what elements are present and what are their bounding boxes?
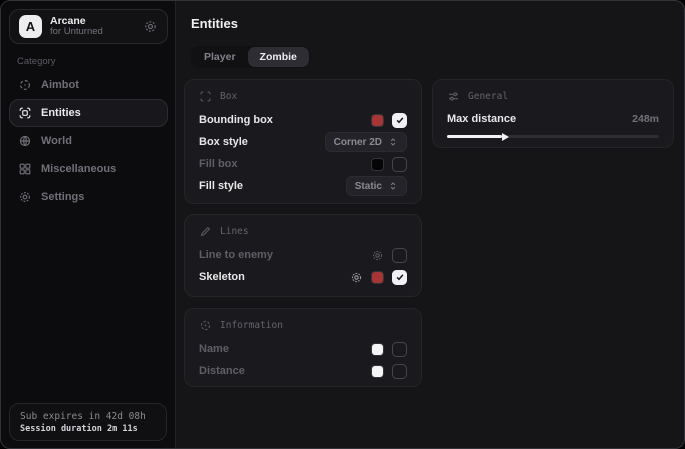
unfold-icon [388,181,398,191]
session-duration-text: Session duration 2m 11s [20,424,156,434]
sidebar-item-aimbot[interactable]: Aimbot [9,71,168,99]
slider-fill [447,135,502,138]
globe-icon [18,134,32,148]
sidebar-item-world[interactable]: World [9,127,168,155]
tab-zombie[interactable]: Zombie [248,47,309,67]
box-style-dropdown[interactable]: Corner 2D [325,132,407,152]
setting-row-name: Name [199,338,407,360]
unfold-icon [388,137,398,147]
lines-card: Lines Line to enemy Skeleton [184,214,422,297]
color-swatch[interactable] [371,114,384,127]
color-swatch[interactable] [371,365,384,378]
color-swatch[interactable] [371,158,384,171]
setting-label: Bounding box [199,114,273,126]
sidebar-item-label: World [41,135,72,147]
setting-label: Name [199,343,229,355]
checkbox[interactable] [392,342,407,357]
checkbox[interactable] [392,270,407,285]
dropdown-value: Static [355,181,382,192]
brand-text: Arcane for Unturned [50,15,103,38]
gear-icon[interactable] [371,249,384,262]
max-distance-slider[interactable] [447,135,659,138]
information-card-header: Information [199,318,407,332]
scan-box-icon [18,106,32,120]
setting-label: Max distance [447,113,516,125]
setting-row-box-style: Box style Corner 2D [199,131,407,153]
page-title: Entities [191,16,238,31]
brand-card: A Arcane for Unturned [9,9,168,44]
setting-row-fill-box: Fill box [199,153,407,175]
sidebar-item-entities[interactable]: Entities [9,99,168,127]
gear-icon [18,190,32,204]
arcane-window: A Arcane for Unturned Category Aimbot [0,0,685,449]
setting-row-skeleton: Skeleton [199,266,407,288]
checkbox[interactable] [392,157,407,172]
sidebar-item-label: Settings [41,191,84,203]
target-icon [199,319,212,332]
setting-row-max-distance: Max distance 248m [447,109,659,129]
setting-label: Fill style [199,180,243,192]
sidebar-nav: Aimbot Entities World [9,71,168,211]
sidebar-item-miscellaneous[interactable]: Miscellaneous [9,155,168,183]
setting-row-bounding-box: Bounding box [199,109,407,131]
main-panel: Entities Player Zombie Box Bounding box [176,1,684,448]
category-label: Category [17,56,56,67]
setting-row-line-to-enemy: Line to enemy [199,244,407,266]
sidebar-item-settings[interactable]: Settings [9,183,168,211]
box-card-header: Box [199,89,407,103]
setting-label: Skeleton [199,271,245,283]
sliders-icon [447,90,460,103]
scan-corners-icon [199,90,212,103]
setting-label: Distance [199,365,245,377]
dropdown-value: Corner 2D [334,137,382,148]
entity-tabs: Player Zombie [191,46,310,68]
information-card-title: Information [220,320,283,331]
box-card-title: Box [220,91,237,102]
general-card-header: General [447,89,659,103]
information-card: Information Name Distance [184,308,422,387]
crosshair-icon [18,78,32,92]
general-card-title: General [468,91,508,102]
color-swatch[interactable] [371,271,384,284]
sidebar-item-label: Miscellaneous [41,163,116,175]
fill-style-dropdown[interactable]: Static [346,176,407,196]
grid-icon [18,162,32,176]
max-distance-value: 248m [632,113,659,125]
checkbox[interactable] [392,364,407,379]
lines-card-header: Lines [199,224,407,238]
gear-icon[interactable] [143,19,158,34]
pencil-icon [199,225,212,238]
slider-thumb[interactable] [502,133,509,141]
check-icon [395,115,405,125]
sidebar: A Arcane for Unturned Category Aimbot [1,1,176,448]
app-subtitle: for Unturned [50,27,103,38]
box-card: Box Bounding box Box style Corner 2D [184,79,422,204]
app-logo: A [19,15,42,38]
gear-icon[interactable] [350,271,363,284]
subscription-status-card: Sub expires in 42d 08h Session duration … [9,403,167,441]
setting-row-fill-style: Fill style Static [199,175,407,197]
sidebar-item-label: Entities [41,107,81,119]
sub-expiry-text: Sub expires in 42d 08h [20,411,156,422]
check-icon [395,272,405,282]
checkbox[interactable] [392,248,407,263]
setting-label: Box style [199,136,248,148]
color-swatch[interactable] [371,343,384,356]
setting-label: Line to enemy [199,249,273,261]
tab-player[interactable]: Player [192,47,248,67]
sidebar-item-label: Aimbot [41,79,79,91]
checkbox[interactable] [392,113,407,128]
general-card: General Max distance 248m [432,79,674,148]
setting-row-distance: Distance [199,360,407,382]
lines-card-title: Lines [220,226,249,237]
setting-label: Fill box [199,158,238,170]
